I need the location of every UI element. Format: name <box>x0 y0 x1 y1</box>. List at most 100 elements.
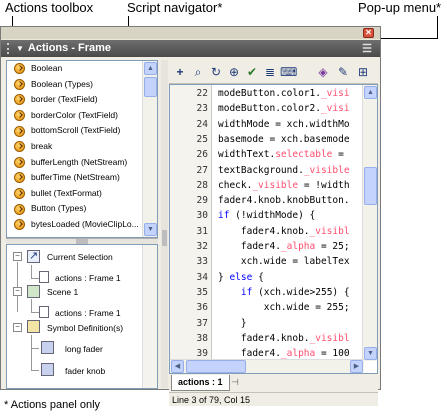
code-line[interactable]: xch.wide = labelTex <box>218 256 350 267</box>
add-item-icon[interactable]: + <box>172 64 188 80</box>
callout-script-navigator: Script navigator* <box>127 0 223 15</box>
check-syntax-icon[interactable]: ✔ <box>244 64 260 80</box>
nav-symbol-fader-knob[interactable]: fader knob <box>65 366 105 376</box>
actions-panel: ✕ ▼ Actions - Frame ☰ Boolean Boolean (Typ… <box>0 26 381 406</box>
scroll-left-icon[interactable]: ◀ <box>171 360 184 373</box>
toolbox-item[interactable]: bufferTime (NetStream) <box>7 170 157 186</box>
close-icon[interactable]: ✕ <box>363 28 374 38</box>
toolbox-item[interactable]: Boolean (Types) <box>7 77 157 93</box>
toolbox-item[interactable]: Boolean <box>7 61 157 77</box>
splitter-grip[interactable] <box>162 230 167 246</box>
code-line[interactable]: modeButton.color2._visi <box>218 103 350 114</box>
footnote: * Actions panel only <box>4 399 101 411</box>
toolbox-item[interactable]: borderColor (TextField) <box>7 108 157 124</box>
line-number: 38 <box>196 332 208 344</box>
code-line[interactable]: fader4.knob.knobButton. <box>218 195 350 206</box>
symbols-icon <box>27 320 40 333</box>
auto-format-icon[interactable]: ≣ <box>262 64 278 80</box>
scroll-thumb[interactable] <box>144 77 157 97</box>
scroll-up-icon[interactable]: ▲ <box>364 86 377 99</box>
script-vscrollbar[interactable]: ▲ ▼ <box>362 85 377 361</box>
scroll-down-icon[interactable]: ▼ <box>144 223 157 236</box>
nav-current-selection[interactable]: Current Selection <box>47 252 113 262</box>
code-line[interactable]: if (xch.wide>255) { <box>218 287 350 298</box>
toolbox-item[interactable]: bufferLength (NetStream) <box>7 155 157 171</box>
collapse-scene[interactable]: − <box>13 287 22 296</box>
script-tab[interactable]: actions : 1 <box>171 375 230 391</box>
line-number: 34 <box>196 271 208 283</box>
code-line[interactable]: xch.wide = 255; <box>218 302 350 313</box>
line-number: 23 <box>196 103 208 115</box>
pin-icon[interactable]: ⊣ <box>231 377 242 388</box>
scroll-thumb[interactable] <box>364 167 377 205</box>
line-number: 24 <box>196 118 208 130</box>
code-line[interactable]: widthText.selectable = <box>218 149 344 160</box>
view-options-icon[interactable]: ⊞ <box>355 64 371 80</box>
drag-grip-icon[interactable] <box>7 42 12 54</box>
toolbox-item-label: Boolean <box>31 63 63 73</box>
code-line[interactable]: fader4.knob._visibl <box>218 333 350 344</box>
callout-line-popup <box>437 16 438 38</box>
nav-scene[interactable]: Scene 1 <box>47 287 78 297</box>
find-icon[interactable]: ⌕ <box>190 64 206 80</box>
toolbox-scrollbar[interactable]: ▲ ▼ <box>142 61 157 237</box>
movieclip-icon <box>41 363 54 376</box>
toolbox-item[interactable]: border (TextField) <box>7 92 157 108</box>
code-line[interactable]: fader4._alpha = 25; <box>218 241 350 252</box>
code-line[interactable]: textBackground._visible <box>218 165 350 176</box>
navigator-scrollbar[interactable] <box>142 245 157 388</box>
toolbox-item-label: bufferTime (NetStream) <box>31 172 120 183</box>
collapse-current-selection[interactable]: − <box>13 252 22 261</box>
line-number: 28 <box>196 179 208 191</box>
panel-title-row[interactable]: ▼ Actions - Frame ☰ <box>1 40 380 57</box>
target-path-icon[interactable]: ⊕ <box>226 64 242 80</box>
code-line[interactable]: fader4._alpha = 100 <box>218 348 350 359</box>
code-line[interactable]: } else { <box>218 272 264 283</box>
nav-symbol-long-fader[interactable]: long fader <box>65 344 103 354</box>
scroll-down-icon[interactable]: ▼ <box>364 347 377 360</box>
scroll-right-icon[interactable]: ▶ <box>350 360 363 373</box>
toolbox-item-label: Boolean (Types) <box>31 78 93 89</box>
script-hscrollbar[interactable]: ◀ ▶ <box>170 359 364 373</box>
code-line[interactable]: } <box>218 318 247 329</box>
toolbox-item[interactable]: break <box>7 139 157 155</box>
nav-current-item[interactable]: actions : Frame 1 <box>55 273 121 283</box>
debug-options-icon[interactable]: ◈ <box>315 64 331 80</box>
tree-line <box>31 335 32 371</box>
replace-icon[interactable]: ↻ <box>208 64 224 80</box>
collapse-arrow-icon[interactable]: ▼ <box>16 44 24 53</box>
nav-scene-item[interactable]: actions : Frame 1 <box>55 308 121 318</box>
reference-icon[interactable]: ✎ <box>335 64 351 80</box>
script-pane[interactable]: 22 23 24 25 26 27 28 29 30 31 32 33 34 35 36 37 38 39 mod… <box>169 84 378 374</box>
action-book-icon <box>14 110 25 122</box>
action-book-icon <box>14 94 25 106</box>
code-line[interactable]: if (!widthMode) { <box>218 210 315 221</box>
toolbox-item[interactable]: bullet (TextFormat) <box>7 186 157 202</box>
code-line[interactable]: widthMode = xch.widthMo <box>218 119 350 130</box>
popup-menu-icon[interactable]: ☰ <box>362 41 372 58</box>
code-line[interactable]: basemode = xch.basemode <box>218 134 350 145</box>
collapse-symbols[interactable]: − <box>13 323 22 332</box>
script-toolbar: + ⌕ ↻ ⊕ ✔ ≣ ⌨ ◈ ✎ ⊞ <box>169 60 378 84</box>
toolbox-item[interactable]: Button (Types) <box>7 201 157 217</box>
panel-splitter[interactable] <box>161 60 168 388</box>
action-book-icon <box>14 63 25 75</box>
line-number: 32 <box>196 241 208 252</box>
arrow-icon: ↗ <box>27 250 40 263</box>
code-hint-icon[interactable]: ⌨ <box>280 64 297 80</box>
toolbox-item-label: borderColor (TextField) <box>31 109 118 120</box>
toolbox-item[interactable]: bottomScroll (TextField) <box>7 123 157 139</box>
action-book-icon <box>14 188 25 199</box>
scroll-thumb[interactable] <box>186 360 246 373</box>
panel-title: Actions - Frame <box>27 42 112 54</box>
line-number: 25 <box>196 133 208 145</box>
nav-symbols[interactable]: Symbol Definition(s) <box>47 323 123 333</box>
scroll-up-icon[interactable]: ▲ <box>144 62 157 75</box>
callout-line-popup-h <box>372 38 438 39</box>
toolbox-item[interactable]: bytesLoaded (MovieClipLo... <box>7 217 157 233</box>
toolbox-item-label: border (TextField) <box>31 94 98 105</box>
code-line[interactable]: check._visible = !width <box>218 180 350 191</box>
line-number: 27 <box>196 164 208 176</box>
code-line[interactable]: modeButton.color1._visi <box>218 88 350 99</box>
code-line[interactable]: fader4.knob._visibl <box>218 226 350 237</box>
